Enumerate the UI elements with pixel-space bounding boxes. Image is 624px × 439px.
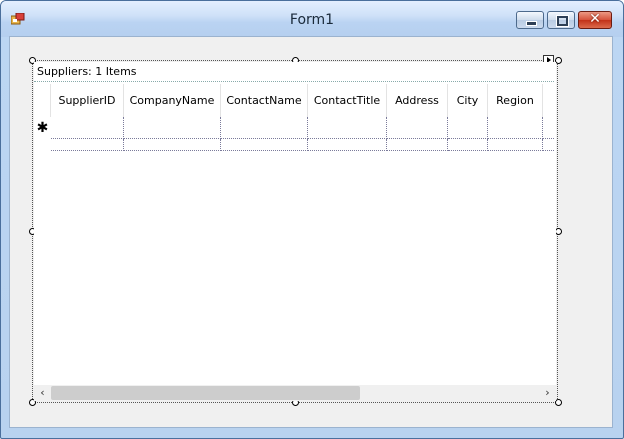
grid-cell[interactable] [448,139,488,151]
grid-cell[interactable] [488,139,543,151]
grid-cell[interactable] [308,139,387,151]
grid-cell[interactable] [124,117,221,139]
resize-handle-right[interactable] [555,228,562,235]
column-header-contacttitle[interactable]: ContactTitle [308,84,387,117]
scroll-thumb[interactable] [51,386,360,400]
grid-cell[interactable] [124,139,221,151]
minimize-icon [526,21,537,26]
grid-cell[interactable] [387,139,448,151]
grid-cell[interactable] [543,139,554,151]
grid-cell[interactable] [221,117,308,139]
row-header-corner[interactable] [34,84,51,117]
resize-handle-bottom-right[interactable] [555,399,562,406]
close-icon: ✕ [589,11,601,27]
grid-cell[interactable] [488,117,543,139]
column-header-address[interactable]: Address [387,84,448,117]
title-bar[interactable]: Form1 ✕ [1,1,623,37]
column-header-city[interactable]: City [448,84,488,117]
horizontal-scrollbar[interactable]: ‹ › [34,385,556,401]
scroll-left-button[interactable]: ‹ [34,385,51,401]
column-header-contactname[interactable]: ContactName [221,84,308,117]
grid-cell[interactable] [221,139,308,151]
grid-cell[interactable] [543,117,554,139]
column-header-supplierid[interactable]: SupplierID [51,84,124,117]
close-button[interactable]: ✕ [578,11,612,29]
minimize-button[interactable] [516,11,544,29]
column-header-region[interactable]: Region [488,84,543,117]
grid-caption: Suppliers: 1 Items [34,62,554,82]
column-header-companyname[interactable]: CompanyName [124,84,221,117]
scroll-right-button[interactable]: › [539,385,556,401]
resize-handle-top-right[interactable] [555,57,562,64]
grid-cell[interactable] [51,139,124,151]
maximize-button[interactable] [547,11,575,29]
grid-cell[interactable] [51,117,124,139]
grid-cell[interactable] [308,117,387,139]
grid-cell[interactable] [387,117,448,139]
column-header-overflow[interactable] [543,84,554,117]
data-grid[interactable]: Suppliers: 1 Items SupplierID CompanyNam… [34,62,556,401]
grid-cell[interactable] [448,117,488,139]
maximize-icon [557,16,568,26]
new-row-marker[interactable]: ✱ [34,117,51,139]
